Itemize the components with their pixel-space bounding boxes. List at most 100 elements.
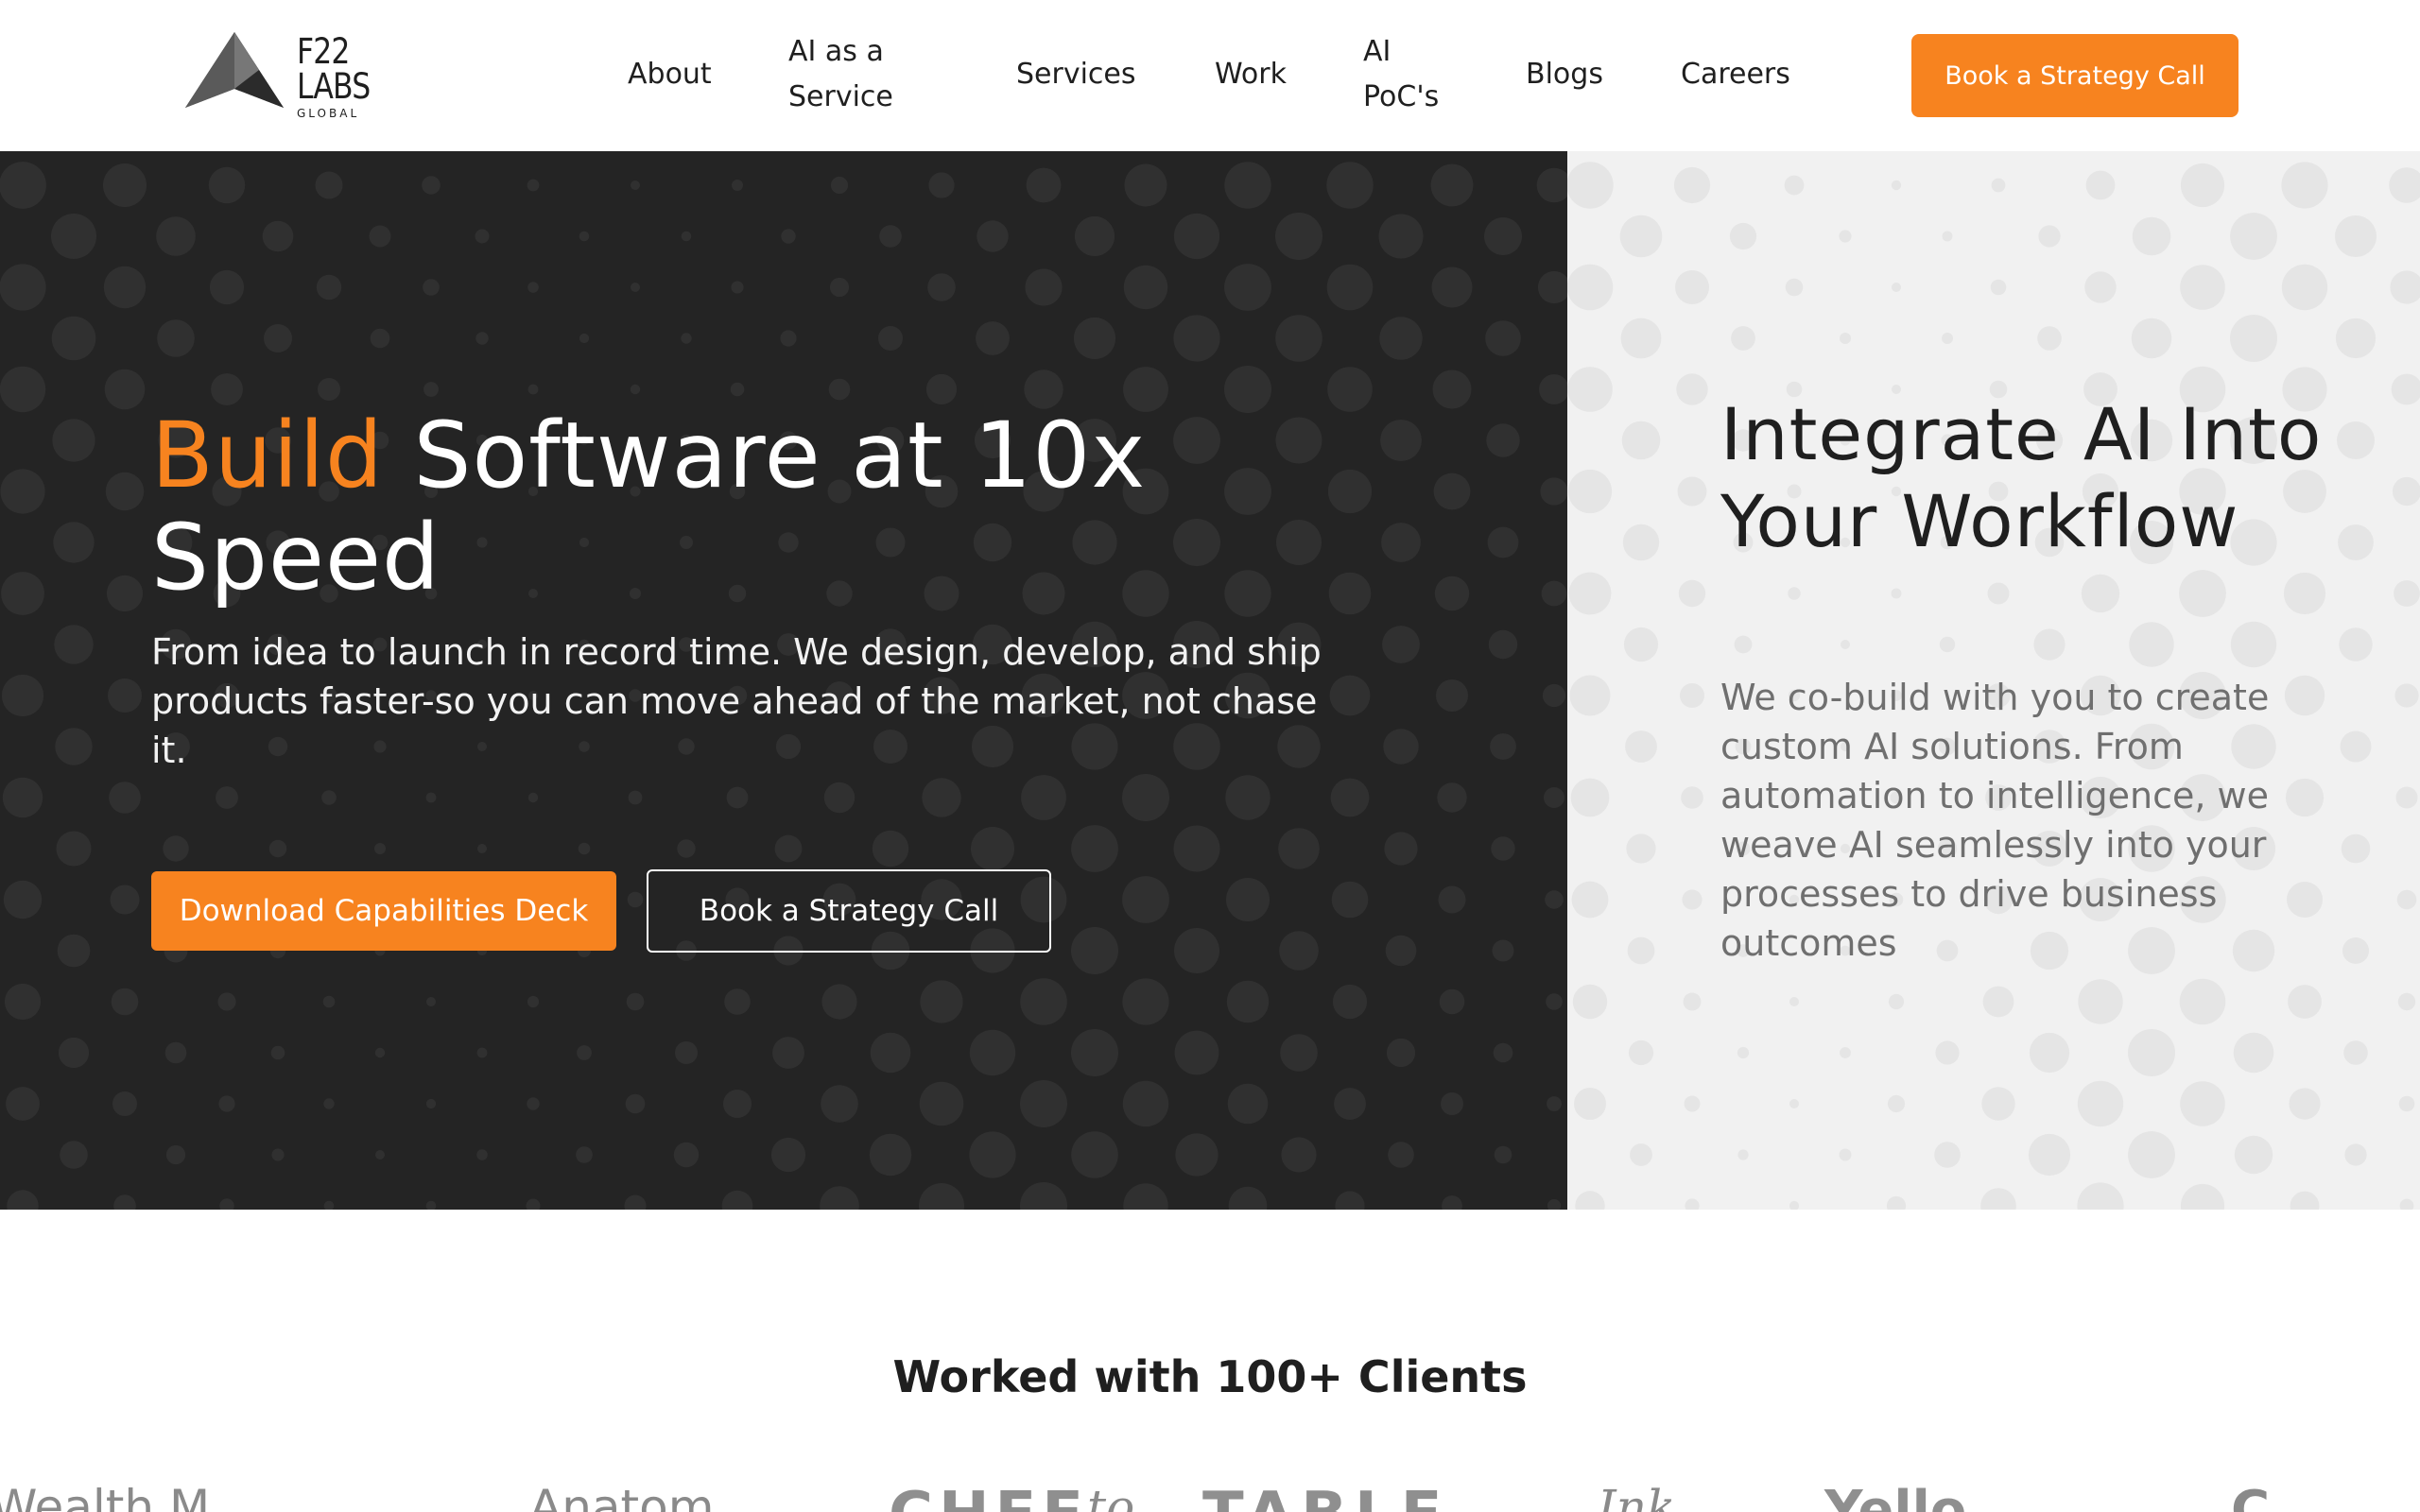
pattern-dot (2230, 315, 2277, 362)
download-deck-button[interactable]: Download Capabilities Deck (151, 871, 616, 951)
pattern-dot (1987, 582, 2010, 605)
pattern-dot (1488, 629, 1518, 660)
pattern-dot (928, 172, 955, 198)
pattern-dot (2339, 627, 2373, 662)
pattern-dot (1544, 787, 1564, 808)
pattern-dot (879, 225, 902, 248)
pattern-dot (1619, 215, 1663, 258)
pattern-dot (1381, 523, 1421, 562)
pattern-dot (1485, 320, 1521, 356)
pattern-dot (820, 1186, 859, 1210)
pattern-dot (1386, 1038, 1416, 1068)
pattern-dot (2338, 524, 2374, 560)
pattern-dot (1888, 993, 1905, 1010)
pattern-dot (1123, 1183, 1168, 1210)
nav-about[interactable]: About (628, 52, 712, 97)
pattern-dot (527, 995, 540, 1008)
brand-logo[interactable]: F22 LABS GLOBAL (185, 32, 383, 121)
pattern-dot (2335, 215, 2377, 257)
pattern-dot (1935, 1040, 1960, 1065)
pattern-dot (268, 839, 287, 858)
pattern-dot (1567, 264, 1614, 311)
pattern-dot (878, 326, 903, 351)
pattern-dot (271, 1148, 285, 1161)
pattern-dot (2038, 225, 2061, 248)
pattern-dot (1625, 730, 1657, 763)
nav-services[interactable]: Services (1016, 52, 1136, 97)
pattern-dot (1442, 1195, 1462, 1210)
pattern-dot (673, 1142, 700, 1168)
hero-title-accent: Build (151, 403, 384, 508)
pattern-dot (1020, 978, 1067, 1025)
pattern-dot (920, 980, 963, 1023)
pattern-dot (2399, 1198, 2414, 1210)
pattern-dot (2179, 570, 2226, 617)
pattern-dot (1568, 572, 1612, 615)
pattern-dot (1327, 367, 1373, 412)
pattern-dot (1173, 213, 1220, 260)
logo-line-1: F22 (297, 31, 350, 72)
pattern-dot (1388, 1142, 1414, 1168)
pattern-dot (2398, 1095, 2415, 1112)
pattern-dot (2230, 621, 2277, 668)
pattern-dot (209, 269, 245, 305)
pattern-dot (1678, 579, 1706, 608)
pattern-dot (1122, 978, 1169, 1025)
pattern-dot (1789, 997, 1799, 1006)
pattern-dot (51, 316, 96, 361)
pattern-dot (60, 1141, 88, 1169)
pattern-dot (52, 419, 95, 462)
pattern-dot (2391, 373, 2420, 405)
nav-careers[interactable]: Careers (1681, 52, 1790, 97)
pattern-dot (218, 1095, 235, 1112)
pattern-dot (1279, 931, 1319, 971)
pattern-dot (1021, 775, 1066, 820)
logo-wordmark: F22 LABS GLOBAL (297, 34, 383, 119)
pattern-dot (1026, 167, 1062, 203)
pattern-dot (1891, 588, 1902, 599)
hero-book-call-button[interactable]: Book a Strategy Call (647, 869, 1051, 953)
nav-ai-pocs[interactable]: AI PoC's (1363, 29, 1439, 120)
pattern-dot (1546, 993, 1563, 1010)
pattern-dot (1490, 733, 1516, 760)
pattern-dot (631, 283, 640, 292)
pattern-dot (2283, 572, 2326, 615)
pattern-dot (1329, 675, 1371, 716)
pattern-dot (1981, 1087, 2015, 1121)
pattern-dot (1621, 421, 1661, 460)
pattern-dot (821, 1085, 858, 1123)
header-book-call-button[interactable]: Book a Strategy Call (1911, 34, 2238, 117)
nav-ai-pocs-line-2: PoC's (1363, 80, 1440, 113)
logo-line-3: GLOBAL (297, 107, 360, 120)
pattern-dot (774, 834, 803, 863)
nav-blogs[interactable]: Blogs (1526, 52, 1603, 97)
pattern-dot (1380, 420, 1422, 461)
pattern-dot (869, 1133, 912, 1177)
nav-ai-as-a-service[interactable]: AI as a Service (788, 29, 893, 120)
pattern-dot (1437, 782, 1467, 813)
pattern-dot (579, 333, 590, 344)
pattern-dot (677, 839, 696, 858)
pattern-dot (681, 333, 692, 344)
pattern-dot (2077, 1080, 2124, 1127)
pattern-dot (1226, 980, 1270, 1023)
pattern-dot (721, 1190, 753, 1210)
pattern-dot (781, 229, 796, 244)
side-panel-text: We co-build with you to create custom AI… (1720, 677, 2270, 964)
pattern-dot (0, 162, 46, 209)
pattern-dot (58, 1037, 90, 1069)
hero-title: Build Software at 10x Speed (151, 404, 1286, 609)
pattern-dot (164, 1041, 187, 1064)
nav-work[interactable]: Work (1215, 52, 1287, 97)
pattern-dot (1673, 166, 1711, 204)
pattern-dot (1491, 836, 1515, 861)
pattern-dot (1886, 1195, 1907, 1210)
pattern-dot (579, 231, 590, 242)
pattern-dot (1, 572, 44, 615)
pattern-dot (2389, 167, 2420, 203)
pattern-dot (576, 1146, 593, 1163)
client-logo-table: TABLE (1202, 1480, 1450, 1512)
pattern-dot (1675, 270, 1709, 304)
pattern-dot (1438, 885, 1466, 914)
pattern-dot (57, 934, 91, 968)
